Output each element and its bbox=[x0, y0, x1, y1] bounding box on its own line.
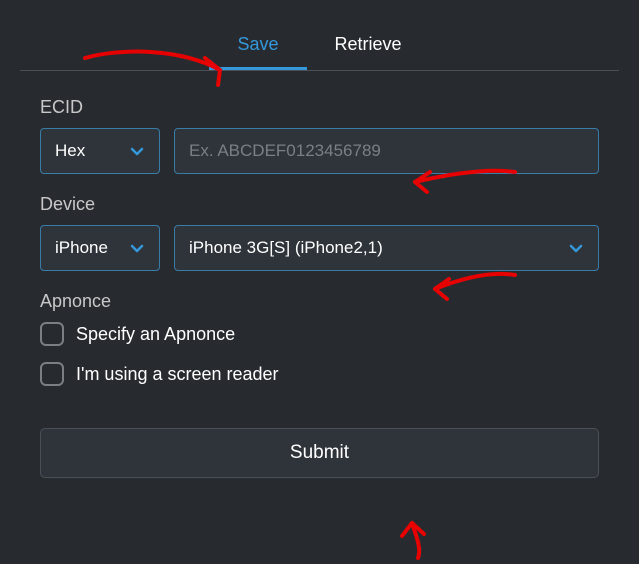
ecid-input[interactable]: Ex. ABCDEF0123456789 bbox=[174, 128, 599, 174]
chevron-down-icon bbox=[129, 143, 145, 159]
chevron-down-icon bbox=[568, 240, 584, 256]
tab-bar: Save Retrieve bbox=[20, 20, 619, 71]
chevron-down-icon bbox=[129, 240, 145, 256]
ecid-placeholder: Ex. ABCDEF0123456789 bbox=[189, 141, 381, 161]
annotation-arrow bbox=[390, 518, 440, 564]
screen-reader-checkbox-label: I'm using a screen reader bbox=[76, 364, 279, 385]
ecid-label: ECID bbox=[40, 97, 599, 118]
device-model-value: iPhone 3G[S] (iPhone2,1) bbox=[189, 238, 383, 258]
apnonce-checkbox-label: Specify an Apnonce bbox=[76, 324, 235, 345]
device-brand-value: iPhone bbox=[55, 238, 108, 258]
screen-reader-checkbox[interactable] bbox=[40, 362, 64, 386]
apnonce-label: Apnonce bbox=[40, 291, 599, 312]
ecid-format-value: Hex bbox=[55, 141, 85, 161]
submit-button[interactable]: Submit bbox=[40, 428, 599, 478]
tab-save[interactable]: Save bbox=[209, 20, 306, 70]
apnonce-checkbox[interactable] bbox=[40, 322, 64, 346]
device-model-select[interactable]: iPhone 3G[S] (iPhone2,1) bbox=[174, 225, 599, 271]
ecid-format-select[interactable]: Hex bbox=[40, 128, 160, 174]
form: ECID Hex Ex. ABCDEF0123456789 Device iPh… bbox=[0, 71, 639, 498]
device-brand-select[interactable]: iPhone bbox=[40, 225, 160, 271]
tab-retrieve[interactable]: Retrieve bbox=[307, 20, 430, 70]
device-label: Device bbox=[40, 194, 599, 215]
